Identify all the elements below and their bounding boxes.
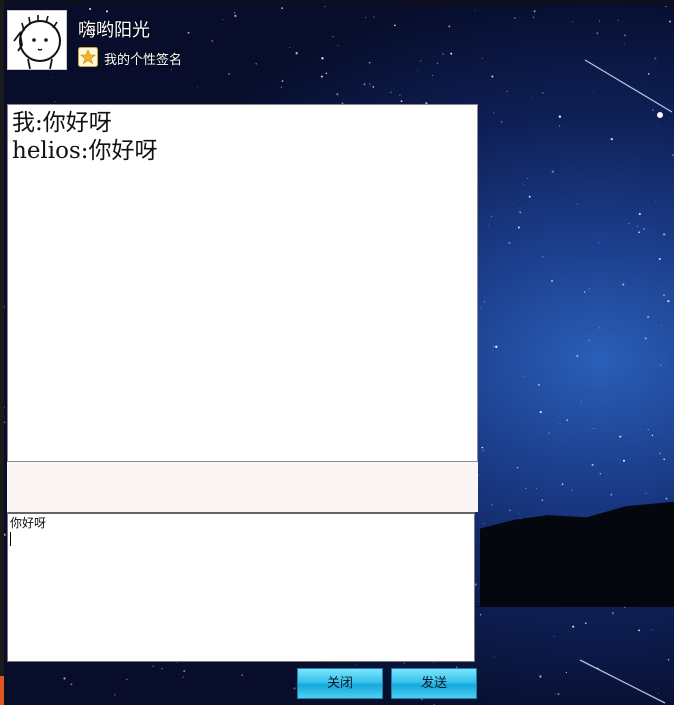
star-icon <box>78 47 98 67</box>
message-input[interactable]: 你好呀 <box>7 512 475 662</box>
close-button[interactable]: 关闭 <box>297 668 383 699</box>
window-left-edge <box>0 0 4 705</box>
avatar[interactable] <box>7 10 67 70</box>
nickname: 嗨哟阳光 <box>78 20 150 41</box>
taskbar-accent <box>0 676 4 705</box>
signature[interactable]: 我的个性签名 <box>104 49 182 68</box>
message-line: 我:你好呀 <box>12 110 112 136</box>
composer-toolbar <box>7 462 478 512</box>
cartoon-avatar-icon <box>13 15 61 70</box>
chat-history[interactable]: 我:你好呀 helios:你好呀 <box>7 104 478 462</box>
message-input-text: 你好呀 <box>10 516 47 530</box>
text-caret <box>10 532 11 546</box>
message-line: helios:你好呀 <box>12 138 158 164</box>
window-top-edge <box>0 0 674 6</box>
send-button[interactable]: 发送 <box>391 668 477 699</box>
